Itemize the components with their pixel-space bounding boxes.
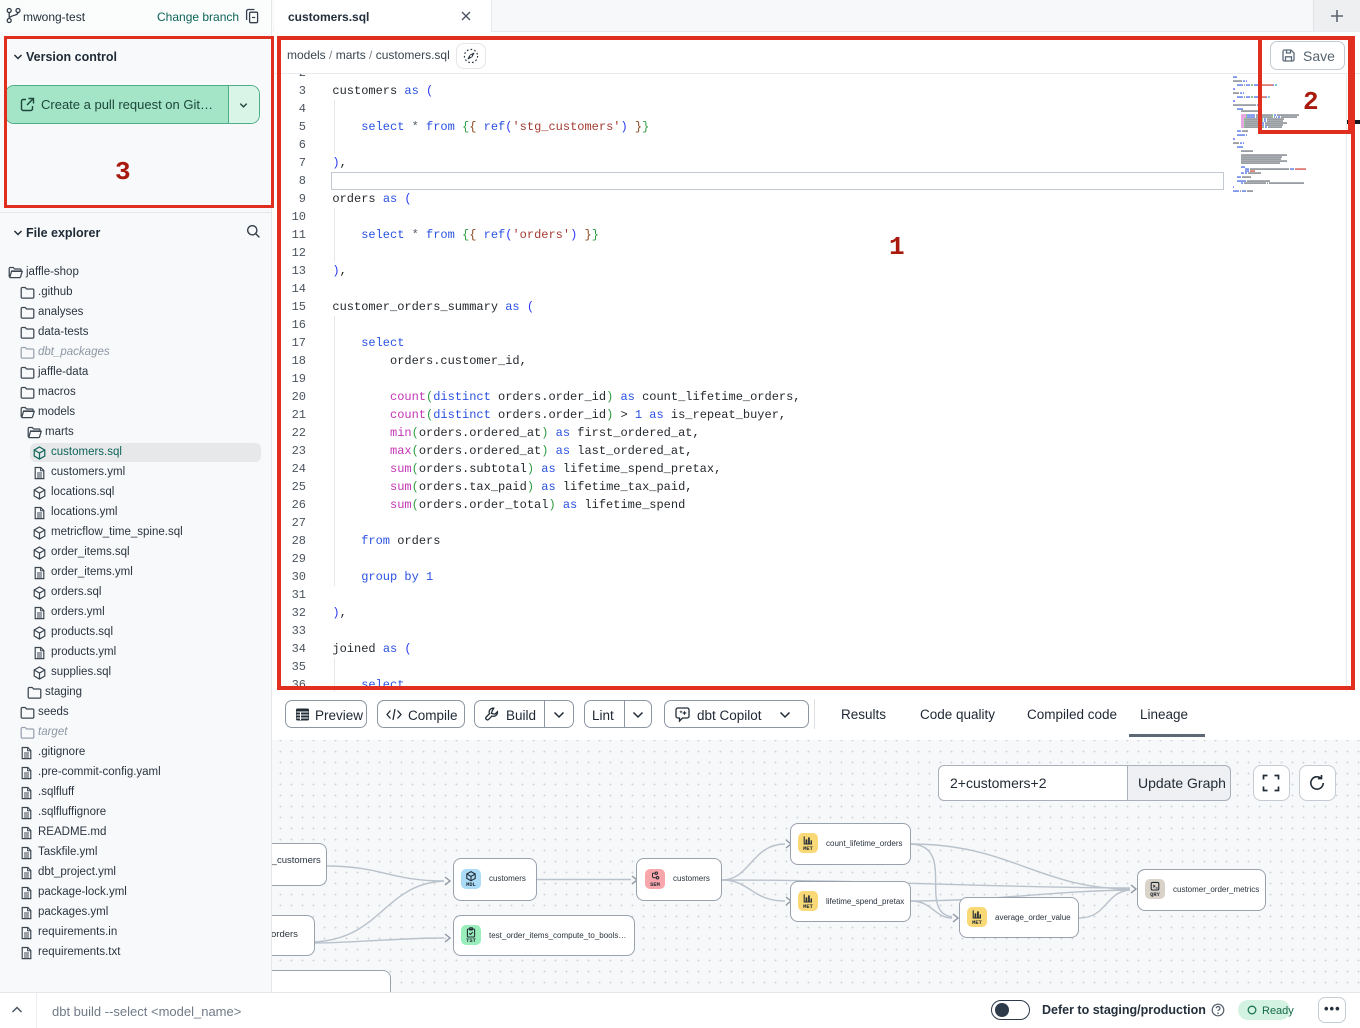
svg-text:MET: MET <box>803 904 813 910</box>
svg-text:SEM: SEM <box>650 882 660 888</box>
svg-text:MDL: MDL <box>466 882 476 888</box>
svg-text:MET: MET <box>972 920 982 926</box>
svg-text:MET: MET <box>803 846 813 852</box>
svg-text:QRY: QRY <box>1150 892 1160 898</box>
svg-text:TST: TST <box>466 938 476 944</box>
